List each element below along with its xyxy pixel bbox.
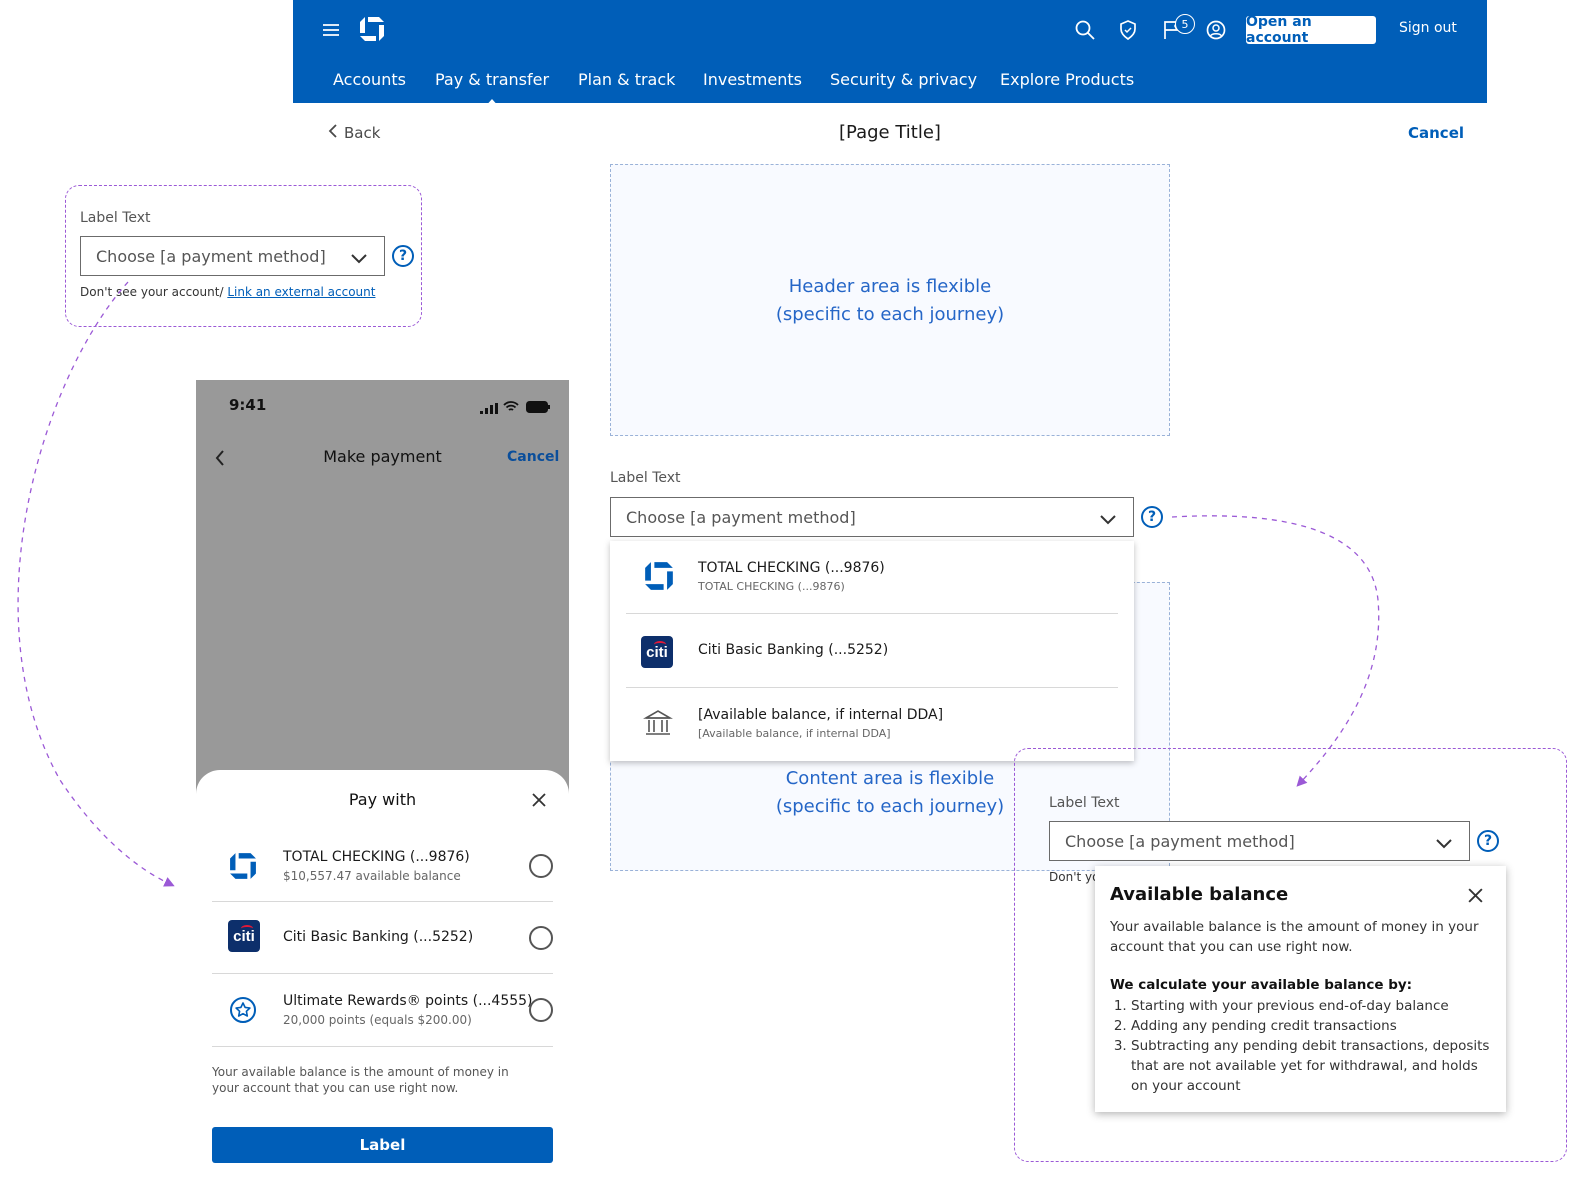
close-icon[interactable] [1467,887,1484,908]
citi-logo: citi [228,920,260,952]
primary-button[interactable]: Label [212,1127,553,1163]
nav-tab-investments[interactable]: Investments [703,70,802,89]
payment-method-select[interactable]: Choose [a payment method] [1049,821,1470,861]
option-secondary: [Available balance, if internal DDA] [698,727,891,740]
citi-logo: citi [641,636,673,668]
popover-calc-heading: We calculate your available balance by: [1110,977,1413,993]
helper-row: Don't see your account/ Link an external… [80,285,375,299]
help-icon[interactable]: ? [1477,830,1499,852]
chase-logo[interactable] [359,16,385,46]
connector-right [1171,515,1380,787]
chevron-down-icon [1099,511,1117,530]
sign-out-link[interactable]: Sign out [1399,20,1457,36]
pay-with-sheet: Pay with TOTAL CHECKING (...9876) $10,55… [196,770,569,1194]
shield-icon[interactable] [1119,20,1137,44]
option-primary: TOTAL CHECKING (...9876) [283,849,470,865]
header-area-line1: Header area is flexible [788,276,992,297]
select-placeholder: Choose [a payment method] [96,246,326,266]
close-icon[interactable] [531,792,547,812]
radio-button[interactable] [529,926,553,950]
phone-cancel-link[interactable]: Cancel [507,449,559,465]
nav-tab-security-privacy[interactable]: Security & privacy [830,70,977,89]
pay-with-option[interactable]: Ultimate Rewards® points (...4555) 20,00… [212,974,553,1047]
search-icon[interactable] [1075,20,1095,44]
helper-text-clipped: Don't yo [1049,870,1100,884]
nav-tab-accounts[interactable]: Accounts [333,70,406,89]
status-time: 9:41 [229,396,267,414]
chevron-left-icon[interactable] [215,450,225,470]
wifi-icon [503,398,519,417]
payment-method-select[interactable]: Choose [a payment method] [610,497,1134,537]
nav-tab-plan-track[interactable]: Plan & track [578,70,675,89]
back-link[interactable]: Back [328,124,380,142]
help-icon[interactable]: ? [392,245,414,267]
top-navigation: 5 Open an account Sign out Accounts Pay … [293,0,1487,108]
chevron-left-icon [328,124,338,142]
chase-logo [644,561,674,595]
radio-button[interactable] [529,854,553,878]
option-secondary: TOTAL CHECKING (...9876) [698,580,845,593]
back-label: Back [344,124,381,142]
pay-with-option[interactable]: citi Citi Basic Banking (...5252) [212,902,553,974]
option-primary: [Available balance, if internal DDA] [698,707,944,723]
star-icon [229,996,257,1028]
field-label: Label Text [1049,795,1120,811]
option-secondary: $10,557.47 available balance [283,869,461,883]
radio-button[interactable] [529,998,553,1022]
notification-badge: 5 [1175,14,1195,34]
bank-icon [643,708,673,742]
option-primary: Citi Basic Banking (...5252) [283,929,474,945]
link-external-account[interactable]: Link an external account [227,285,375,299]
connector-left [17,281,175,887]
option-secondary: 20,000 points (equals $200.00) [283,1013,472,1027]
available-balance-popover: Available balance Your available balance… [1095,866,1506,1112]
popover-step: Subtracting any pending debit transactio… [1131,1036,1491,1096]
dropdown-option[interactable]: TOTAL CHECKING (...9876) TOTAL CHECKING … [626,541,1118,614]
dropdown-option[interactable]: citi Citi Basic Banking (...5252) [626,614,1118,688]
chase-logo [229,852,257,884]
popover-intro: Your available balance is the amount of … [1110,919,1479,955]
header-area: Header area is flexible (specific to eac… [610,164,1170,436]
sheet-title: Pay with [348,790,417,809]
cancel-link[interactable]: Cancel [1408,124,1464,142]
field-label: Label Text [610,470,681,486]
helper-text: Don't see your account/ [80,285,224,299]
popover-step: Starting with your previous end-of-day b… [1131,996,1491,1016]
available-balance-note: Your available balance is the amount of … [212,1065,509,1095]
option-primary: Ultimate Rewards® points (...4555) [283,993,533,1009]
profile-icon[interactable] [1206,20,1226,44]
open-account-button[interactable]: Open an account [1246,14,1376,46]
signal-icon [480,399,498,418]
header-area-line2: (specific to each journey) [775,304,1005,325]
popover-step: Adding any pending credit transactions [1131,1016,1491,1036]
nav-tab-pay-transfer[interactable]: Pay & transfer [435,70,549,108]
phone-mockup: 9:41 Make payment Cancel Pay with TOTAL [196,380,569,1194]
popover-title: Available balance [1110,884,1289,905]
chevron-down-icon [1435,835,1453,854]
option-primary: TOTAL CHECKING (...9876) [698,560,885,576]
payment-method-dropdown: TOTAL CHECKING (...9876) TOTAL CHECKING … [610,541,1134,761]
battery-icon [526,398,550,417]
page-title: [Page Title] [839,122,941,143]
chevron-down-icon [350,250,368,269]
help-icon[interactable]: ? [1141,506,1163,528]
select-placeholder: Choose [a payment method] [626,507,856,527]
pay-with-option[interactable]: TOTAL CHECKING (...9876) $10,557.47 avai… [212,830,553,902]
field-label: Label Text [80,210,151,226]
payment-method-select[interactable]: Choose [a payment method] [80,236,385,276]
menu-icon[interactable] [322,22,340,42]
nav-tab-explore-products[interactable]: Explore Products [1000,70,1134,89]
select-placeholder: Choose [a payment method] [1065,831,1295,851]
option-primary: Citi Basic Banking (...5252) [698,642,889,658]
popover-steps: Starting with your previous end-of-day b… [1111,996,1491,1096]
phone-title: Make payment [323,447,442,466]
